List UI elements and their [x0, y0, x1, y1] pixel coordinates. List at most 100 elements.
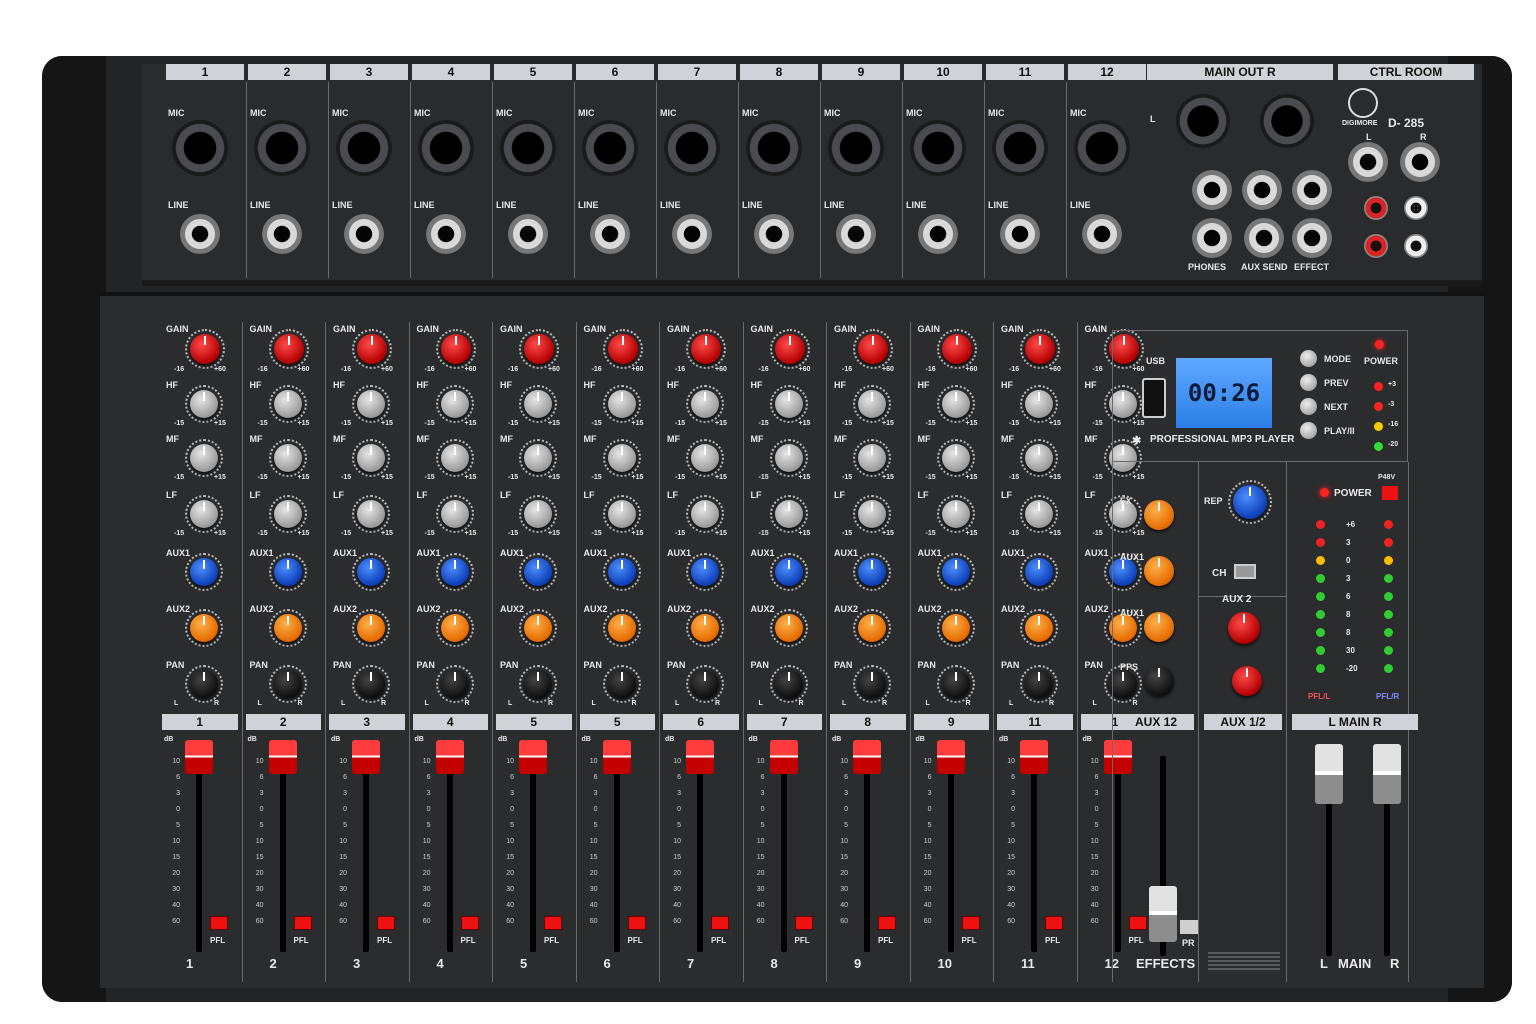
- channel-7-aux1-knob[interactable]: [691, 558, 719, 586]
- channel-8-aux2-knob[interactable]: [774, 614, 803, 642]
- ctrl-room-l-jack[interactable]: [1348, 142, 1388, 182]
- channel-1-gain-knob[interactable]: [190, 334, 220, 364]
- mic-input-10-xlr[interactable]: [910, 120, 966, 176]
- aux-return-jack[interactable]: [1292, 170, 1332, 210]
- mic-input-6-xlr[interactable]: [582, 120, 638, 176]
- channel-10-aux2-knob[interactable]: [941, 614, 970, 642]
- tape-r-jack[interactable]: [1242, 170, 1282, 210]
- ctrl-room-r-jack[interactable]: [1400, 142, 1440, 182]
- channel-5-hf-knob[interactable]: [524, 390, 552, 418]
- channel-8-pfl-button[interactable]: [794, 916, 813, 930]
- channel-3-lf-knob[interactable]: [357, 500, 385, 528]
- channel-12-fader[interactable]: [1103, 740, 1132, 774]
- line-input-1-jack[interactable]: [180, 214, 220, 254]
- channel-6-lf-knob[interactable]: [607, 500, 636, 528]
- mic-input-8-xlr[interactable]: [746, 120, 802, 176]
- channel-6-fader[interactable]: [602, 740, 631, 774]
- channel-3-pan-knob[interactable]: [357, 670, 385, 698]
- channel-11-fader[interactable]: [1020, 740, 1048, 774]
- channel-1-pan-knob[interactable]: [190, 670, 218, 698]
- channel-1-aux2-knob[interactable]: [190, 614, 218, 642]
- channel-6-mf-knob[interactable]: [607, 444, 636, 472]
- main-r-fader[interactable]: [1373, 744, 1401, 804]
- rca-white-2[interactable]: [1404, 234, 1428, 258]
- mic-input-7-xlr[interactable]: [664, 120, 720, 176]
- channel-4-aux1-knob[interactable]: [440, 558, 469, 586]
- channel-7-aux2-knob[interactable]: [691, 614, 719, 642]
- channel-8-gain-knob[interactable]: [774, 334, 805, 364]
- usb-port[interactable]: [1142, 378, 1166, 418]
- aux1-master-knob[interactable]: [1232, 666, 1262, 696]
- channel-1-lf-knob[interactable]: [190, 500, 218, 528]
- channel-10-pan-knob[interactable]: [941, 670, 970, 698]
- channel-1-fader[interactable]: [185, 740, 213, 774]
- channel-2-gain-knob[interactable]: [273, 334, 304, 364]
- mic-input-11-xlr[interactable]: [992, 120, 1048, 176]
- line-input-10-jack[interactable]: [918, 214, 958, 254]
- channel-4-hf-knob[interactable]: [440, 390, 469, 418]
- channel-1-aux1-knob[interactable]: [190, 558, 218, 586]
- channel-2-mf-knob[interactable]: [273, 444, 302, 472]
- channel-11-gain-knob[interactable]: [1025, 334, 1055, 364]
- channel-3-aux2-knob[interactable]: [357, 614, 385, 642]
- mic-input-3-xlr[interactable]: [336, 120, 392, 176]
- fx-knob[interactable]: [1144, 500, 1174, 530]
- line-input-5-jack[interactable]: [508, 214, 548, 254]
- line-input-7-jack[interactable]: [672, 214, 712, 254]
- channel-3-aux1-knob[interactable]: [357, 558, 385, 586]
- line-input-6-jack[interactable]: [590, 214, 630, 254]
- channel-10-hf-knob[interactable]: [941, 390, 970, 418]
- channel-6-aux2-knob[interactable]: [607, 614, 636, 642]
- channel-7-lf-knob[interactable]: [691, 500, 719, 528]
- channel-8-aux1-knob[interactable]: [774, 558, 803, 586]
- channel-9-pan-knob[interactable]: [858, 670, 886, 698]
- channel-5-aux2-knob[interactable]: [524, 614, 552, 642]
- channel-10-mf-knob[interactable]: [941, 444, 970, 472]
- line-input-4-jack[interactable]: [426, 214, 466, 254]
- channel-7-gain-knob[interactable]: [691, 334, 721, 364]
- channel-7-fader[interactable]: [686, 740, 714, 774]
- effects-fader[interactable]: [1149, 886, 1177, 942]
- channel-6-hf-knob[interactable]: [607, 390, 636, 418]
- channel-10-aux1-knob[interactable]: [941, 558, 970, 586]
- rep-knob[interactable]: [1233, 485, 1267, 519]
- channel-9-mf-knob[interactable]: [858, 444, 886, 472]
- channel-3-fader[interactable]: [352, 740, 380, 774]
- channel-6-pfl-button[interactable]: [627, 916, 646, 930]
- channel-8-lf-knob[interactable]: [774, 500, 803, 528]
- mic-input-1-xlr[interactable]: [172, 120, 228, 176]
- tape-l-jack[interactable]: [1192, 170, 1232, 210]
- aux-send-jack[interactable]: [1244, 218, 1284, 258]
- channel-11-hf-knob[interactable]: [1025, 390, 1053, 418]
- channel-3-mf-knob[interactable]: [357, 444, 385, 472]
- effect-send-jack[interactable]: [1292, 218, 1332, 258]
- channel-10-lf-knob[interactable]: [941, 500, 970, 528]
- main-out-l-xlr[interactable]: [1176, 94, 1230, 148]
- mic-input-9-xlr[interactable]: [828, 120, 884, 176]
- channel-5-pan-knob[interactable]: [524, 670, 552, 698]
- channel-4-pan-knob[interactable]: [440, 670, 469, 698]
- prev-button[interactable]: [1300, 374, 1317, 391]
- main-out-r-xlr[interactable]: [1260, 94, 1314, 148]
- channel-3-gain-knob[interactable]: [357, 334, 387, 364]
- line-input-11-jack[interactable]: [1000, 214, 1040, 254]
- channel-6-pan-knob[interactable]: [607, 670, 636, 698]
- channel-4-aux2-knob[interactable]: [440, 614, 469, 642]
- channel-4-mf-knob[interactable]: [440, 444, 469, 472]
- channel-8-pan-knob[interactable]: [774, 670, 803, 698]
- channel-11-pan-knob[interactable]: [1025, 670, 1053, 698]
- channel-7-mf-knob[interactable]: [691, 444, 719, 472]
- channel-6-aux1-knob[interactable]: [607, 558, 636, 586]
- mic-input-4-xlr[interactable]: [418, 120, 474, 176]
- channel-2-aux2-knob[interactable]: [273, 614, 302, 642]
- main-l-fader[interactable]: [1315, 744, 1343, 804]
- fx-aux2-knob[interactable]: [1144, 612, 1174, 642]
- channel-4-lf-knob[interactable]: [440, 500, 469, 528]
- channel-11-aux1-knob[interactable]: [1025, 558, 1053, 586]
- mic-input-2-xlr[interactable]: [254, 120, 310, 176]
- channel-7-pfl-button[interactable]: [711, 916, 729, 930]
- pps-knob[interactable]: [1144, 666, 1174, 696]
- channel-9-hf-knob[interactable]: [858, 390, 886, 418]
- channel-8-hf-knob[interactable]: [774, 390, 803, 418]
- channel-7-pan-knob[interactable]: [691, 670, 719, 698]
